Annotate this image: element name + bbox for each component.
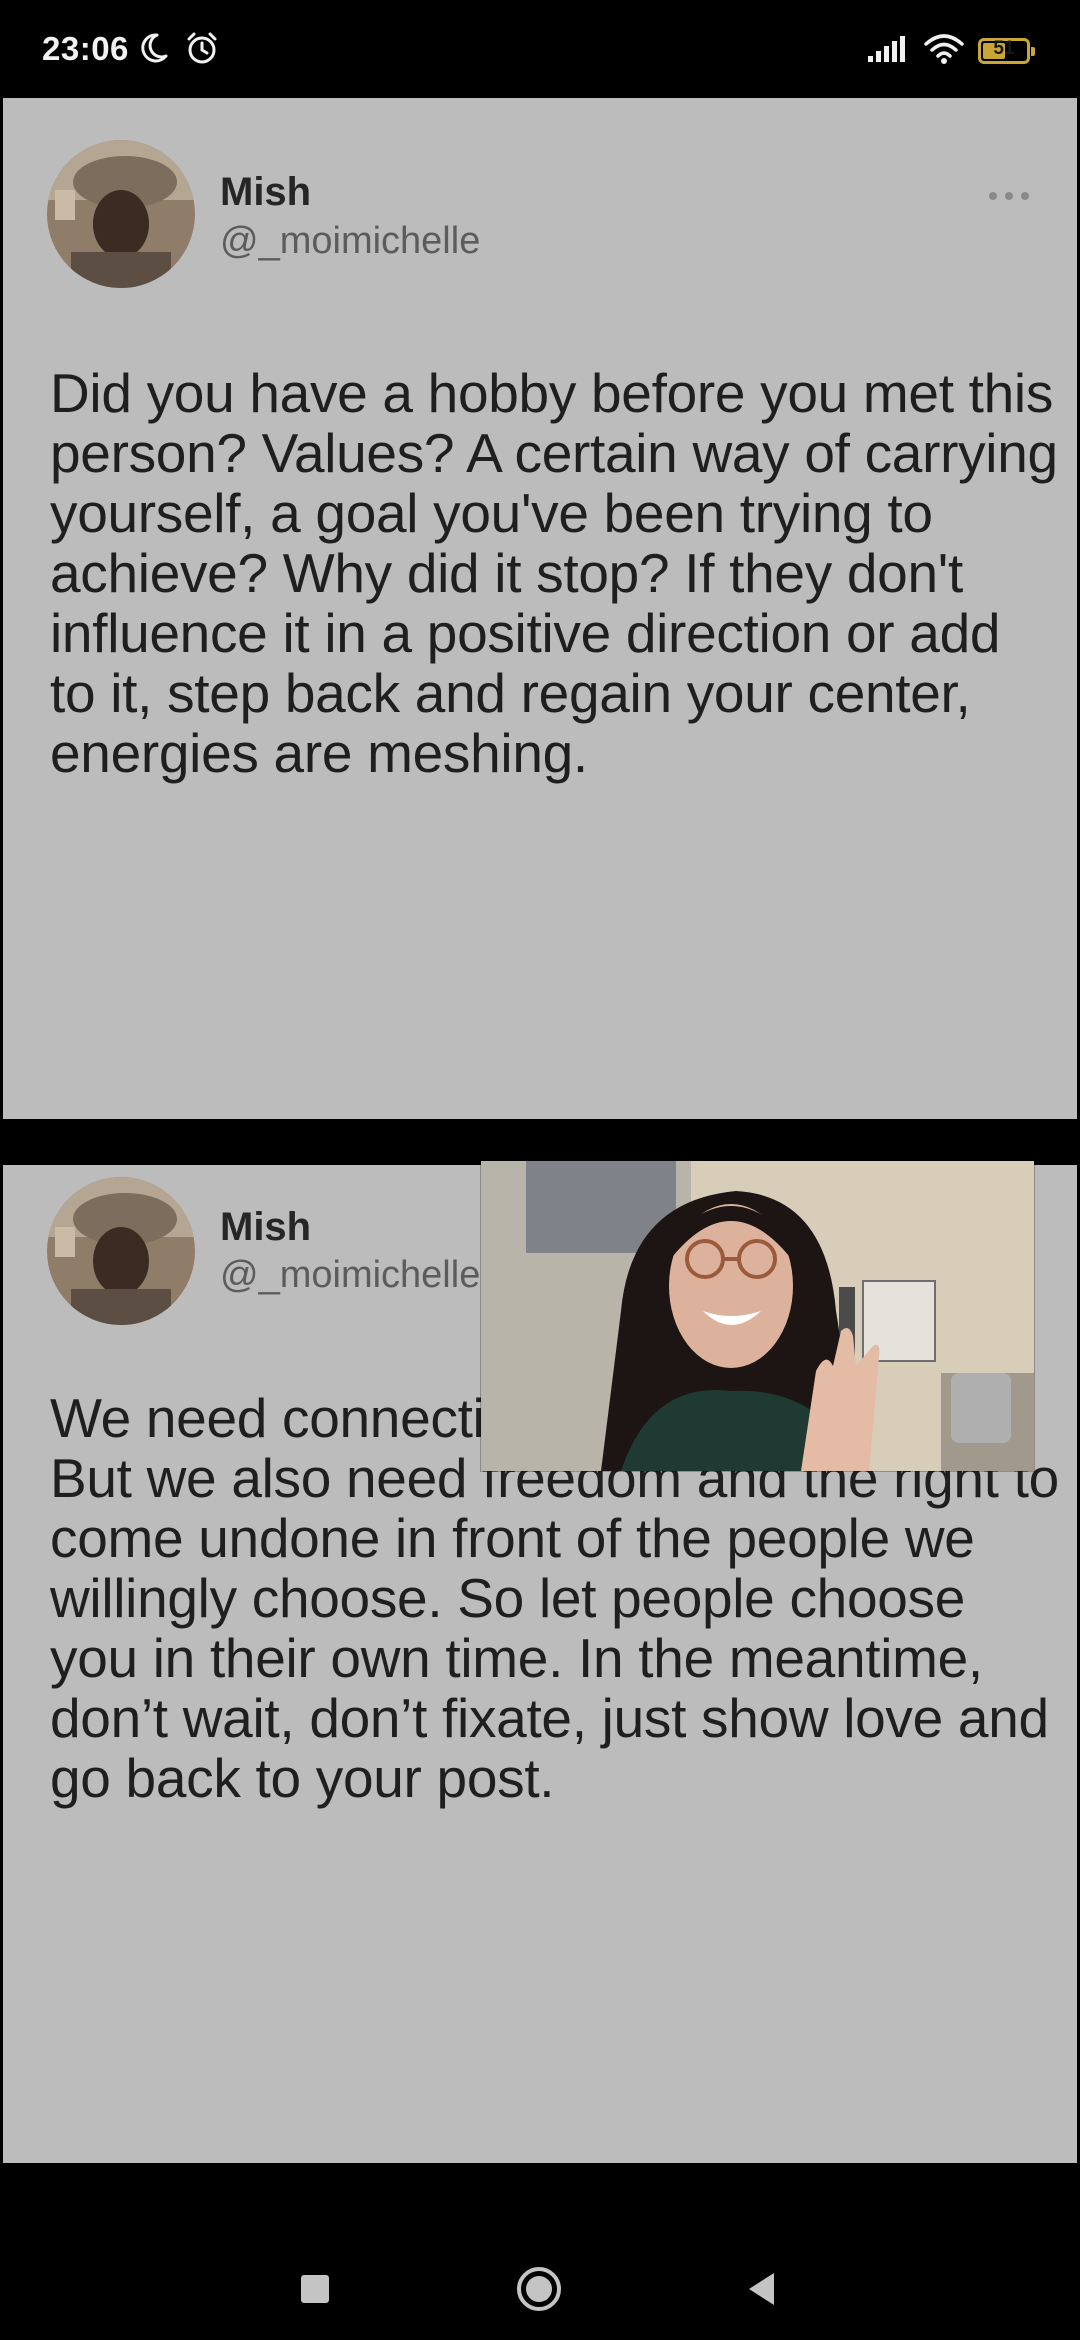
home-icon[interactable] <box>514 2264 564 2314</box>
avatar <box>47 1177 195 1325</box>
battery-icon: 51 <box>978 38 1035 64</box>
tweet-text: Did you have a hobby before you met this… <box>50 362 1058 784</box>
author-name: Mish <box>220 1205 312 1249</box>
tweet-card: Mish @_moimichelle Did you have a hobby … <box>3 98 1077 1119</box>
moon-icon <box>141 33 168 63</box>
avatar <box>47 140 195 288</box>
alarm-icon <box>187 32 217 64</box>
author-handle: @_moimichelle <box>220 1254 481 1296</box>
author-name: Mish <box>220 170 312 214</box>
pip-video[interactable] <box>481 1161 1034 1471</box>
battery-level: 51 <box>993 38 1015 59</box>
screenshot-viewer[interactable]: Mish @_moimichelle Did you have a hobby … <box>0 96 1080 2166</box>
more-options-icon[interactable] <box>985 188 1033 204</box>
signal-icon <box>868 36 905 62</box>
back-icon[interactable] <box>744 2270 778 2308</box>
recents-icon[interactable] <box>301 2275 329 2303</box>
navigation-bar <box>0 2166 1080 2340</box>
wifi-icon <box>924 34 964 64</box>
author-handle: @_moimichelle <box>220 220 481 262</box>
status-bar: 23:06 51 <box>0 0 1080 96</box>
status-time: 23:06 <box>42 30 129 67</box>
